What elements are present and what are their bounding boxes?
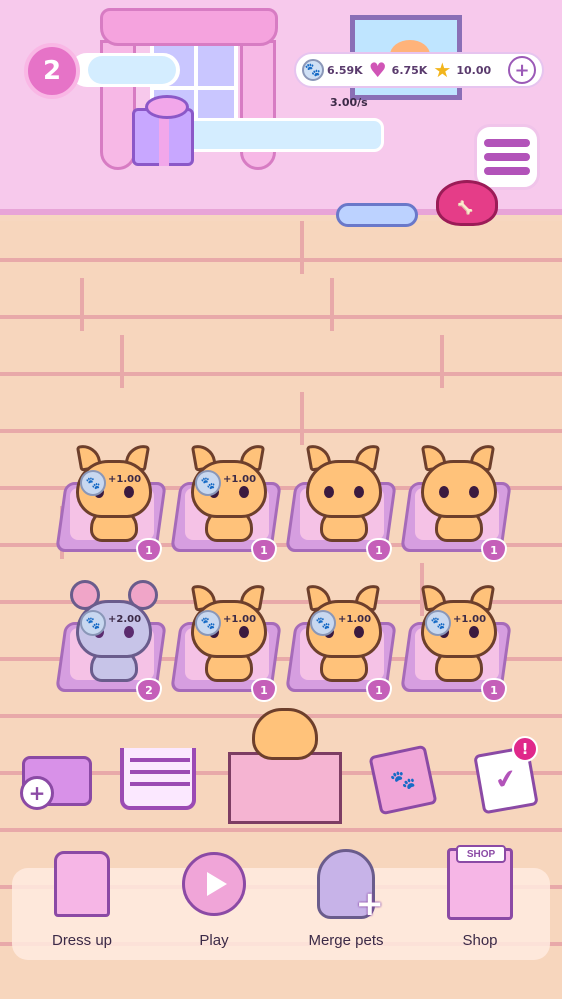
plus-icon: + [514, 59, 530, 81]
box-cat [252, 708, 318, 760]
add-currency-button[interactable]: + [508, 56, 536, 84]
nav-dress-up-label: Dress up [51, 932, 113, 949]
pet-slot[interactable]: 🐾 +1.00 1 [170, 442, 283, 562]
pet-level-badge: 1 [366, 678, 392, 702]
paw-coin-icon: 🐾 [80, 470, 106, 496]
pet-income: +1.00 [223, 474, 257, 485]
pet-level-badge: 1 [136, 538, 162, 562]
star-currency: ★ 10.00 [431, 58, 492, 82]
menu-icon [484, 139, 530, 147]
paw-amount: 6.59K [327, 63, 363, 77]
pet-level-badge: 2 [136, 678, 162, 702]
gift-icon[interactable] [132, 95, 194, 166]
pet-slot[interactable]: 🐾 +2.00 2 [55, 580, 168, 702]
heart-amount: 6.75K [391, 63, 428, 77]
income-rate: 3.00/s [330, 96, 368, 109]
pet-income: +1.00 [453, 614, 487, 625]
pet-level-badge: 1 [251, 678, 277, 702]
currency-bar: 🐾 6.59K ♥ 6.75K ★ 10.00 + [294, 52, 544, 88]
dress-icon [54, 851, 110, 917]
pet-slot[interactable]: 🐾 +1.00 1 [170, 582, 283, 702]
cat-pet[interactable] [305, 442, 382, 542]
tasks-alert-badge: ! [512, 736, 538, 762]
pet-slot[interactable]: 1 [285, 442, 398, 562]
pet-income: +1.00 [338, 614, 372, 625]
pet-box-button[interactable] [222, 708, 348, 826]
pet-level-badge: 1 [251, 538, 277, 562]
nav-merge-pets[interactable]: Merge pets [286, 848, 406, 960]
menu-button[interactable] [474, 124, 540, 190]
pet-income: +2.00 [108, 614, 142, 625]
pet-income: +1.00 [223, 614, 257, 625]
add-pet-button[interactable]: + [20, 742, 92, 810]
paw-coin-icon: 🐾 [195, 470, 221, 496]
star-amount: 10.00 [456, 63, 492, 77]
nav-play[interactable]: Play [154, 848, 274, 960]
shop-sign: SHOP [456, 845, 506, 863]
cart-button[interactable] [120, 748, 196, 810]
paw-coin-icon: 🐾 [425, 610, 451, 636]
curtain-valance [100, 8, 278, 46]
paw-coin-icon: 🐾 [310, 610, 336, 636]
nav-shop-label: Shop [462, 932, 498, 949]
paw-coin-icon: 🐾 [80, 610, 106, 636]
nav-merge-pets-label: Merge pets [308, 932, 384, 949]
paw-coin-icon: 🐾 [195, 610, 221, 636]
nav-play-label: Play [199, 932, 229, 949]
food-bowl[interactable] [436, 180, 498, 226]
shop-icon: SHOP [447, 845, 513, 920]
heart-icon: ♥ [368, 58, 387, 82]
pet-level-badge: 1 [481, 538, 507, 562]
pet-income: +1.00 [108, 474, 142, 485]
pet-slot[interactable]: 🐾 +1.00 1 [285, 582, 398, 702]
nav-dress-up[interactable]: Dress up [22, 848, 142, 960]
player-level-badge[interactable]: 2 [24, 43, 80, 99]
pet-level-badge: 1 [481, 678, 507, 702]
paw-currency: 🐾 6.59K [302, 59, 363, 81]
pet-box-icon [228, 752, 342, 824]
pet-book-button[interactable] [368, 744, 438, 816]
pet-slot[interactable]: 1 [400, 442, 513, 562]
gift-progress-bar [176, 118, 384, 152]
paw-coin-icon: 🐾 [302, 59, 324, 81]
candy-play-icon [182, 852, 246, 916]
star-icon: ★ [433, 58, 452, 82]
pet-slot[interactable]: 🐾 +1.00 1 [400, 582, 513, 702]
pet-slot[interactable]: 🐾 +1.00 1 [55, 442, 168, 562]
heart-currency: ♥ 6.75K [367, 58, 428, 82]
plus-icon: + [20, 776, 54, 810]
nav-shop[interactable]: SHOP Shop [420, 845, 540, 960]
cat-pet[interactable] [420, 442, 497, 542]
plush-merge-icon [317, 849, 384, 924]
pet-level-badge: 1 [366, 538, 392, 562]
level-progress-fill [88, 56, 176, 84]
rope-toy [336, 203, 418, 227]
